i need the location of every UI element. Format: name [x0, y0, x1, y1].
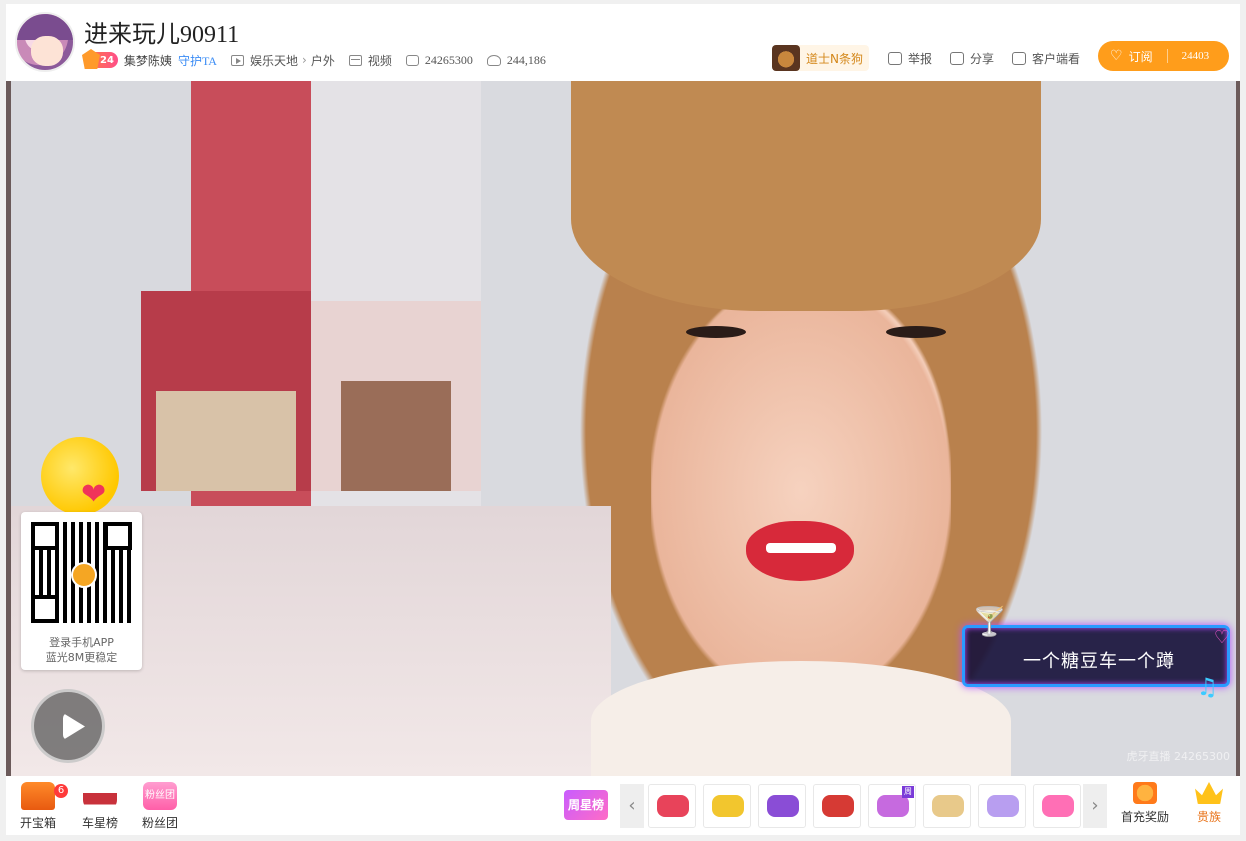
subscribe-button[interactable]: ♡ 订阅 24403	[1098, 41, 1229, 71]
gift-box-icon	[1133, 782, 1157, 804]
qr-caption-line2: 蓝光8M更稳定	[45, 651, 118, 664]
film-icon	[348, 54, 362, 66]
gift-car-purple-icon	[767, 795, 799, 817]
gift-prev-button[interactable]: ‹	[620, 784, 644, 828]
pet-label: 道士N条狗	[806, 51, 863, 66]
viewer-count-value: 244,186	[506, 52, 546, 67]
neon-text: 一个糖豆车一个蹲	[1023, 651, 1175, 672]
gift-car-yellow-icon	[712, 795, 744, 817]
video-eye-left	[686, 326, 746, 338]
guard-link[interactable]: 守护TA	[178, 52, 217, 69]
client-label: 客户端看	[1032, 52, 1081, 66]
gift-item[interactable]	[813, 784, 861, 828]
gift-item[interactable]	[1033, 784, 1081, 828]
gift-heart-pack-icon	[987, 795, 1019, 817]
noble-button[interactable]: 贵族	[1179, 782, 1239, 825]
fans-club-label: 粉丝团	[141, 816, 178, 830]
gift-next-button[interactable]: ›	[1083, 784, 1107, 828]
anchor-name[interactable]: 集梦陈姨	[124, 52, 172, 69]
noble-label: 贵族	[1196, 810, 1221, 824]
treasure-box-button[interactable]: 6 开宝箱	[8, 782, 68, 831]
gift-520-icon	[1042, 795, 1074, 817]
fans-club-button[interactable]: 粉丝团 粉丝团	[130, 782, 190, 831]
video-shop-window	[156, 391, 296, 491]
video-shop-door	[341, 381, 451, 491]
gift-car-racing-icon	[822, 795, 854, 817]
car-rank-label: 车星榜	[81, 816, 118, 830]
subscribe-label: 订阅	[1128, 49, 1153, 64]
video-eye-right	[886, 326, 946, 338]
bottom-toolbar: 6 开宝箱 车星榜 粉丝团 粉丝团 周星榜 ‹ 周 › 首充奖励 贵族	[6, 776, 1240, 835]
video-mouth	[746, 521, 854, 581]
chevron-right-icon: ›	[302, 53, 307, 67]
category-link[interactable]: 娱乐天地	[250, 52, 298, 69]
weekly-tag: 周	[902, 786, 914, 798]
pet-badge[interactable]: 道士N条狗	[772, 45, 869, 71]
report-button[interactable]: 举报	[888, 50, 932, 67]
first-charge-label: 首充奖励	[1120, 810, 1169, 824]
gift-item[interactable]	[758, 784, 806, 828]
subscribe-count: 24403	[1181, 50, 1210, 62]
car-rank-button[interactable]: 车星榜	[70, 782, 130, 831]
video-watermark: 虎牙直播 24265300	[1126, 750, 1231, 763]
mascot-icon[interactable]	[41, 437, 119, 515]
room-icon	[405, 54, 419, 66]
heart-icon: ♡	[1213, 627, 1230, 648]
car-icon	[83, 782, 117, 810]
video-hair	[571, 81, 1041, 311]
category-breadcrumb: 娱乐天地 › 户外	[230, 52, 335, 69]
neon-sign: 🍸 一个糖豆车一个蹲 ♡ ♫	[956, 605, 1236, 701]
client-icon	[1012, 52, 1026, 65]
anchor-avatar[interactable]	[15, 12, 75, 72]
room-title: 进来玩儿90911	[84, 22, 240, 48]
room-meta: 24 集梦陈姨 守护TA 娱乐天地 › 户外 视频 24265300 244,1…	[84, 50, 560, 70]
subcategory-link[interactable]: 户外	[311, 52, 335, 69]
share-label: 分享	[970, 52, 995, 66]
share-button[interactable]: 分享	[950, 50, 994, 67]
qr-code	[31, 522, 132, 623]
room-id-value: 24265300	[424, 52, 473, 67]
crown-icon	[1195, 782, 1223, 804]
treasure-label: 开宝箱	[19, 816, 56, 830]
weekly-star-button[interactable]: 周星榜	[564, 790, 608, 820]
app-qr-card[interactable]: 登录手机APP 蓝光8M更稳定	[21, 512, 142, 670]
gift-item[interactable]	[978, 784, 1026, 828]
gift-car-red-icon	[657, 795, 689, 817]
treasure-count-badge: 6	[54, 784, 68, 798]
avatar-face	[31, 36, 63, 66]
viewer-count: 244,186	[486, 52, 546, 68]
qr-caption-line1: 登录手机APP	[49, 636, 114, 649]
play-icon	[230, 54, 244, 66]
video-face	[651, 281, 951, 701]
music-note-icon: ♫	[1196, 673, 1218, 701]
share-icon	[950, 52, 964, 65]
treasure-chest-icon	[21, 782, 55, 810]
video-label: 视频	[367, 53, 392, 68]
gift-item[interactable]	[923, 784, 971, 828]
dog-icon	[772, 45, 800, 71]
gift-lollipop-icon	[877, 795, 909, 817]
heart-plus-icon: ♡	[1110, 48, 1123, 64]
gift-jar-icon	[932, 795, 964, 817]
room-header: 进来玩儿90911 24 集梦陈姨 守护TA 娱乐天地 › 户外 视频 2426…	[6, 4, 1240, 81]
room-id: 24265300	[405, 52, 473, 68]
video-player[interactable]: 登录手机APP 蓝光8M更稳定 🍸 一个糖豆车一个蹲 ♡ ♫ 虎牙直播 2426…	[6, 81, 1240, 776]
video-shirt	[591, 661, 1011, 776]
fans-club-icon: 粉丝团	[143, 782, 177, 810]
video-link[interactable]: 视频	[348, 52, 392, 69]
subscribe-divider	[1166, 49, 1168, 63]
first-charge-button[interactable]: 首充奖励	[1115, 782, 1175, 825]
gift-item[interactable]	[648, 784, 696, 828]
gift-item[interactable]	[703, 784, 751, 828]
people-icon	[486, 54, 501, 66]
report-label: 举报	[908, 52, 933, 66]
report-icon	[888, 52, 902, 65]
cocktail-icon: 🍸	[972, 605, 1007, 638]
gift-item[interactable]: 周	[868, 784, 916, 828]
room-frame: 进来玩儿90911 24 集梦陈姨 守护TA 娱乐天地 › 户外 视频 2426…	[6, 4, 1240, 835]
play-button[interactable]	[31, 689, 105, 763]
client-watch-button[interactable]: 客户端看	[1012, 50, 1080, 67]
level-badge: 24	[84, 52, 118, 68]
